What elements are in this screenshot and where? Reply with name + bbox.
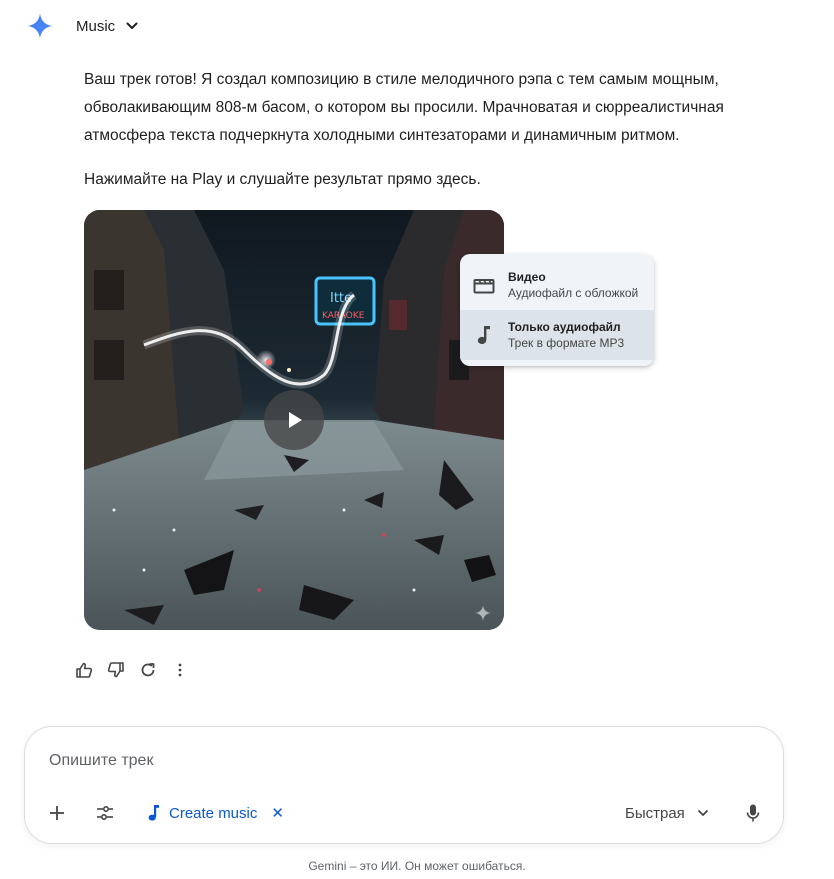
menu-item-title: Только аудиофайл	[508, 320, 621, 334]
add-attachment-button[interactable]	[41, 797, 73, 829]
thumbs-up-icon	[76, 662, 93, 678]
gemini-sparkle-icon[interactable]	[26, 12, 54, 40]
menu-item-title: Видео	[508, 270, 546, 284]
top-bar: Music	[0, 0, 834, 52]
play-button[interactable]	[264, 390, 324, 450]
response-paragraph: Ваш трек готов! Я создал композицию в ст…	[84, 71, 724, 144]
model-picker-label: Music	[76, 17, 116, 35]
music-note-icon	[148, 805, 159, 821]
mode-label: Быстрая	[625, 804, 685, 822]
thumbs-down-button[interactable]	[100, 654, 132, 686]
download-audio-option[interactable]: Только аудиофайл Трек в формате MP3	[460, 310, 654, 360]
disclaimer-text: Gemini – это ИИ. Он может ошибаться.	[308, 859, 526, 873]
assistant-response: Ваш трек готов! Я создал композицию в ст…	[84, 66, 784, 210]
track-cover-player[interactable]: Itte KARAOKE	[84, 210, 504, 630]
download-menu: Видео Аудиофайл с обложкой Только аудиоф…	[460, 254, 654, 366]
microphone-icon	[746, 804, 760, 822]
download-video-option[interactable]: Видео Аудиофайл с обложкой	[460, 260, 654, 310]
model-picker-button[interactable]: Music	[66, 10, 149, 42]
thumbs-down-icon	[107, 662, 124, 678]
watermark-sparkle-icon	[475, 605, 491, 621]
regenerate-icon	[141, 663, 155, 677]
microphone-button[interactable]	[737, 797, 769, 829]
chevron-down-icon	[126, 22, 138, 29]
menu-item-subtitle: Аудиофайл с обложкой	[508, 286, 639, 300]
more-options-button[interactable]	[164, 654, 196, 686]
chip-close-icon[interactable]: ✕	[271, 804, 284, 822]
prompt-input[interactable]	[49, 747, 749, 775]
mode-selector[interactable]: Быстрая	[615, 797, 719, 829]
tune-settings-icon	[97, 805, 113, 821]
response-paragraph: Нажимайте на Play и слушайте результат п…	[84, 171, 481, 188]
movie-clapper-icon	[473, 279, 495, 294]
chevron-down-icon	[697, 810, 708, 816]
menu-item-subtitle: Трек в формате MP3	[508, 336, 625, 350]
regenerate-button[interactable]	[132, 654, 164, 686]
music-note-icon	[477, 326, 490, 345]
plus-icon	[50, 806, 64, 820]
create-music-chip[interactable]: Create music ✕	[141, 797, 290, 829]
thumbs-up-button[interactable]	[68, 654, 100, 686]
play-icon	[289, 412, 302, 428]
prompt-composer: Create music ✕ Быстрая	[24, 726, 784, 844]
more-vert-icon	[178, 663, 182, 677]
chip-label: Create music	[169, 804, 258, 822]
response-actions	[68, 654, 196, 686]
tools-button[interactable]	[89, 797, 121, 829]
